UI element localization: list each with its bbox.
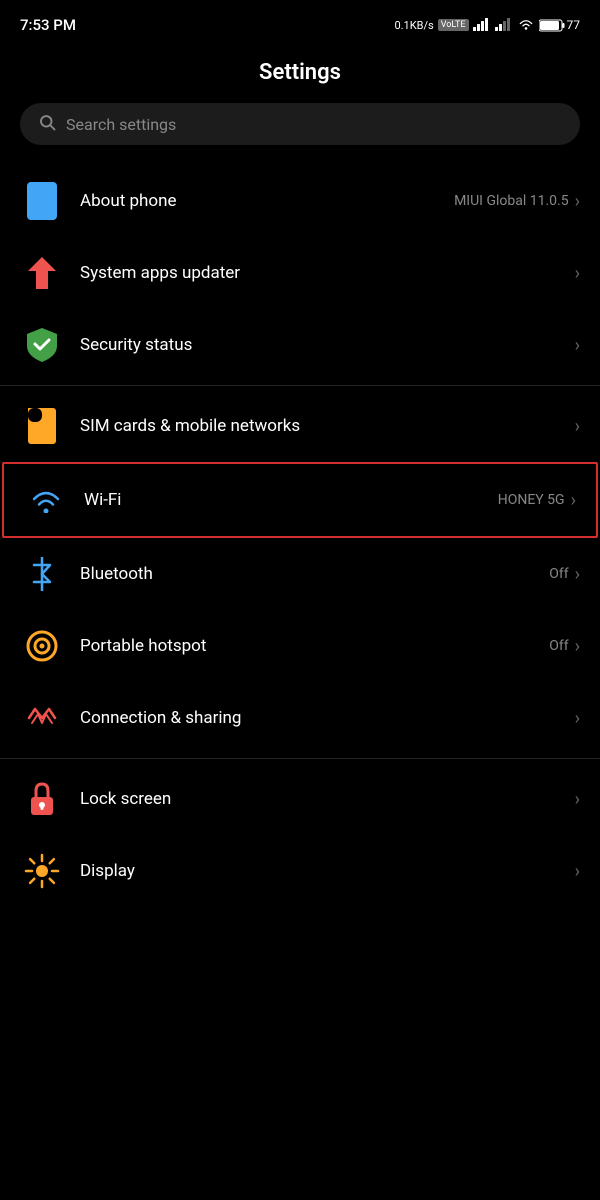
lock-screen-content: Lock screen › — [80, 789, 580, 810]
system-apps-icon — [20, 251, 64, 295]
settings-item-security-status[interactable]: Security status › — [0, 309, 600, 381]
system-apps-label: System apps updater — [80, 263, 240, 283]
hotspot-content: Portable hotspot Off › — [80, 636, 580, 657]
lock-screen-chevron: › — [575, 789, 580, 810]
display-icon — [20, 849, 64, 893]
settings-item-display[interactable]: Display › — [0, 835, 600, 907]
display-chevron: › — [575, 861, 580, 882]
display-label: Display — [80, 861, 135, 881]
connection-content: Connection & sharing › — [80, 708, 580, 729]
about-phone-chevron: › — [575, 191, 580, 212]
wifi-icon — [24, 478, 68, 522]
status-bar: 7:53 PM 0.1KB/s VoLTE — [0, 0, 600, 44]
wifi-status-icon — [517, 17, 535, 34]
hotspot-value: Off — [549, 638, 568, 654]
security-status-label: Security status — [80, 335, 192, 355]
system-apps-chevron: › — [575, 263, 580, 284]
hotspot-icon — [20, 624, 64, 668]
about-phone-value: MIUI Global 11.0.5 — [454, 193, 569, 209]
battery-icon: 77 — [539, 18, 581, 32]
settings-item-bluetooth[interactable]: Bluetooth Off › — [0, 538, 600, 610]
search-icon — [38, 113, 56, 135]
display-content: Display › — [80, 861, 580, 882]
security-status-right: › — [575, 335, 580, 356]
connection-right: › — [575, 708, 580, 729]
hotspot-label: Portable hotspot — [80, 636, 206, 656]
settings-item-about-phone[interactable]: About phone MIUI Global 11.0.5 › — [0, 165, 600, 237]
sim-label: SIM cards & mobile networks — [80, 416, 300, 436]
signal-icon — [473, 17, 491, 34]
bluetooth-content: Bluetooth Off › — [80, 564, 580, 585]
bluetooth-label: Bluetooth — [80, 564, 153, 584]
settings-item-wifi[interactable]: Wi-Fi HONEY 5G › — [2, 462, 598, 538]
security-status-chevron: › — [575, 335, 580, 356]
bluetooth-value: Off — [549, 566, 568, 582]
about-phone-icon — [20, 179, 64, 223]
search-placeholder-text: Search settings — [66, 115, 176, 134]
divider-2 — [0, 758, 600, 759]
connection-chevron: › — [575, 708, 580, 729]
lock-screen-icon — [20, 777, 64, 821]
about-phone-content: About phone MIUI Global 11.0.5 › — [80, 191, 580, 212]
battery-percent: 77 — [567, 18, 581, 32]
settings-item-sim[interactable]: SIM cards & mobile networks › — [0, 390, 600, 462]
page-title: Settings — [0, 44, 600, 103]
connection-icon — [20, 696, 64, 740]
settings-item-connection[interactable]: Connection & sharing › — [0, 682, 600, 754]
security-status-content: Security status › — [80, 335, 580, 356]
network-speed: 0.1KB/s — [394, 19, 433, 32]
hotspot-chevron: › — [575, 636, 580, 657]
signal2-icon — [495, 17, 513, 34]
sim-content: SIM cards & mobile networks › — [80, 416, 580, 437]
status-icons: 0.1KB/s VoLTE — [394, 17, 580, 34]
settings-list: About phone MIUI Global 11.0.5 › System … — [0, 165, 600, 907]
wifi-value: HONEY 5G — [498, 492, 565, 508]
wifi-chevron: › — [571, 490, 576, 511]
wifi-label: Wi-Fi — [84, 490, 121, 510]
sim-right: › — [575, 416, 580, 437]
display-right: › — [575, 861, 580, 882]
search-bar[interactable]: Search settings — [20, 103, 580, 145]
divider-1 — [0, 385, 600, 386]
system-apps-content: System apps updater › — [80, 263, 580, 284]
about-phone-label: About phone — [80, 191, 177, 211]
wifi-right: HONEY 5G › — [498, 490, 576, 511]
about-phone-right: MIUI Global 11.0.5 › — [454, 191, 580, 212]
sim-icon — [20, 404, 64, 448]
status-time: 7:53 PM — [20, 16, 76, 34]
security-status-icon — [20, 323, 64, 367]
settings-item-lock-screen[interactable]: Lock screen › — [0, 763, 600, 835]
bluetooth-right: Off › — [549, 564, 580, 585]
settings-item-hotspot[interactable]: Portable hotspot Off › — [0, 610, 600, 682]
hotspot-right: Off › — [549, 636, 580, 657]
lock-screen-right: › — [575, 789, 580, 810]
bluetooth-chevron: › — [575, 564, 580, 585]
volte-icon: VoLTE — [438, 19, 469, 31]
sim-chevron: › — [575, 416, 580, 437]
wifi-content: Wi-Fi HONEY 5G › — [84, 490, 576, 511]
settings-item-system-apps[interactable]: System apps updater › — [0, 237, 600, 309]
bluetooth-icon — [20, 552, 64, 596]
lock-screen-label: Lock screen — [80, 789, 171, 809]
system-apps-right: › — [575, 263, 580, 284]
connection-label: Connection & sharing — [80, 708, 241, 728]
